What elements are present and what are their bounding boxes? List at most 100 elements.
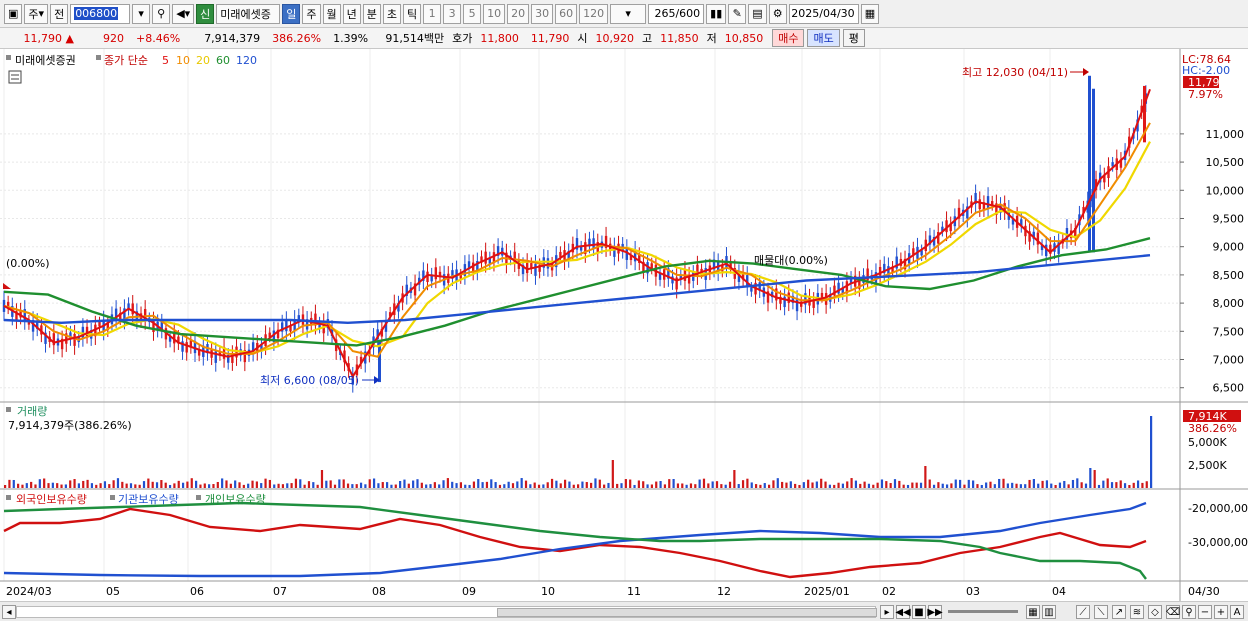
period-month-tab[interactable]: 월 <box>322 3 341 24</box>
volume-bar <box>542 484 545 488</box>
stock-code-input[interactable]: 006800 <box>70 3 131 24</box>
volume-bar <box>694 484 697 488</box>
buy-button[interactable]: 매수 <box>772 29 805 47</box>
ma10-label: 10 <box>176 54 190 67</box>
interval-30[interactable]: 30 <box>531 3 554 24</box>
left-pct-label: (0.00%) <box>6 257 50 270</box>
line-tool-icon[interactable]: ⟍ <box>1094 605 1108 619</box>
zoom-out-icon[interactable]: − <box>1198 605 1212 619</box>
search-icon[interactable]: ⚲ <box>152 3 171 24</box>
erase-tool-icon[interactable]: ⌫ <box>1166 605 1180 619</box>
market-select[interactable]: 주 ▾ <box>24 3 49 24</box>
volume-bar <box>1084 483 1088 488</box>
holdings-tick-20m: -20,000,00 <box>1188 502 1248 515</box>
interval-20[interactable]: 20 <box>507 3 530 24</box>
font-size-icon[interactable]: A <box>1230 605 1244 619</box>
eval-button[interactable]: 평 <box>842 29 865 47</box>
y-tick-label: 8,000 <box>1213 297 1245 310</box>
holdings-tick-30m: -30,000,00 <box>1188 536 1248 549</box>
layout-icon[interactable]: ▣ <box>4 3 23 24</box>
table-toggle-icon[interactable] <box>8 70 22 84</box>
fib-tool-icon[interactable]: ≋ <box>1130 605 1144 619</box>
chart-area[interactable]: 미래에셋증권 종가 단순 5 10 20 60 120 11,000 10,500… <box>0 49 1248 601</box>
scroll-track[interactable] <box>16 606 877 618</box>
zoom-in-icon[interactable]: + <box>1214 605 1228 619</box>
sell-button[interactable]: 매도 <box>807 29 840 47</box>
candle-icon[interactable]: ▮▮ <box>706 3 727 24</box>
scroll-thumb[interactable] <box>497 608 877 617</box>
volume-bar <box>121 481 124 488</box>
speaker-icon[interactable]: ◀▾ <box>172 3 195 24</box>
volume-bar <box>711 481 714 488</box>
volume-bar <box>759 484 762 488</box>
fast-forward-icon[interactable]: ▶▶ <box>927 605 943 619</box>
period-minute-tab[interactable]: 분 <box>362 3 381 24</box>
y-tick-label: 6,500 <box>1213 382 1245 395</box>
interval-dropdown[interactable]: ▾ <box>610 3 647 24</box>
volume-bar <box>307 481 311 488</box>
volume-bar <box>155 482 159 488</box>
volume-bar <box>477 479 480 488</box>
trend-tool-icon[interactable]: ⟋ <box>1076 605 1090 619</box>
zoom-slider[interactable] <box>948 610 1018 613</box>
interval-60[interactable]: 60 <box>555 3 578 24</box>
columns-tool-icon[interactable]: ▥ <box>1042 605 1056 619</box>
date-input[interactable]: 2025/04/30 <box>788 3 859 24</box>
volume-bar <box>898 480 901 488</box>
volume-bar <box>112 480 115 488</box>
chart-scrollbar[interactable]: ◂ ▸ ◀◀ ■ ▶▶ ▦ ▥ ⟋ ⟍ ↗ ≋ ◇ ⌫ ⚲ − + A <box>0 601 1248 621</box>
zoom-icon[interactable]: ⚲ <box>1182 605 1196 619</box>
volume-bar <box>212 484 215 488</box>
volume-bar <box>794 483 797 488</box>
volume-bar <box>342 479 345 488</box>
rewind-icon[interactable]: ◀◀ <box>895 605 911 619</box>
code-dropdown-icon[interactable]: ▾ <box>132 3 151 24</box>
candle-body <box>185 342 188 353</box>
volume-bar <box>281 484 285 488</box>
volume-bar <box>1041 480 1044 488</box>
stop-icon[interactable]: ■ <box>912 605 926 619</box>
volume-bar <box>294 478 298 488</box>
volume-bar <box>208 484 211 488</box>
volume-bar <box>668 479 671 488</box>
scroll-left-icon[interactable]: ◂ <box>2 605 16 619</box>
volume-bar <box>629 479 632 488</box>
period-day-tab[interactable]: 일 <box>282 3 301 24</box>
volume-bar <box>1136 480 1140 488</box>
volume-bar <box>1011 482 1014 488</box>
volume-bar <box>733 470 736 488</box>
gear-icon[interactable]: ⚙ <box>768 3 787 24</box>
credit-badge[interactable]: 신 <box>196 3 215 24</box>
interval-120[interactable]: 120 <box>579 3 609 24</box>
arrow-tool-icon[interactable]: ↗ <box>1112 605 1126 619</box>
volume-bar <box>950 483 953 488</box>
stock-name-field[interactable]: 미래에셋증 <box>216 3 281 24</box>
period-year-tab[interactable]: 년 <box>342 3 361 24</box>
shape-tool-icon[interactable]: ◇ <box>1148 605 1162 619</box>
interval-1[interactable]: 1 <box>423 3 442 24</box>
candle-body <box>98 321 101 327</box>
draw-icon[interactable]: ✎ <box>728 3 747 24</box>
interval-5[interactable]: 5 <box>463 3 482 24</box>
save-icon[interactable]: ▤ <box>748 3 767 24</box>
volume-bar <box>763 483 766 488</box>
volume-bar <box>125 483 128 488</box>
calendar-icon[interactable]: ▦ <box>860 3 880 24</box>
candle-body <box>978 199 981 210</box>
interval-3[interactable]: 3 <box>443 3 462 24</box>
candle-body <box>73 333 76 346</box>
period-tick-tab[interactable]: 틱 <box>403 3 422 24</box>
interval-10[interactable]: 10 <box>483 3 506 24</box>
prev-button[interactable]: 전 <box>50 3 69 24</box>
volume-bar <box>190 478 193 488</box>
volume-bar <box>915 482 918 488</box>
period-week-tab[interactable]: 주 <box>302 3 321 24</box>
scroll-right-icon[interactable]: ▸ <box>880 605 894 619</box>
volume-bar <box>1132 482 1135 488</box>
volume-bar <box>1024 484 1027 488</box>
volume-tick-5000k: 5,000K <box>1188 436 1227 449</box>
grid-tool-icon[interactable]: ▦ <box>1026 605 1040 619</box>
volume-bar <box>1063 480 1066 488</box>
period-second-tab[interactable]: 초 <box>382 3 402 24</box>
count-input[interactable]: 265/600 <box>648 3 705 24</box>
